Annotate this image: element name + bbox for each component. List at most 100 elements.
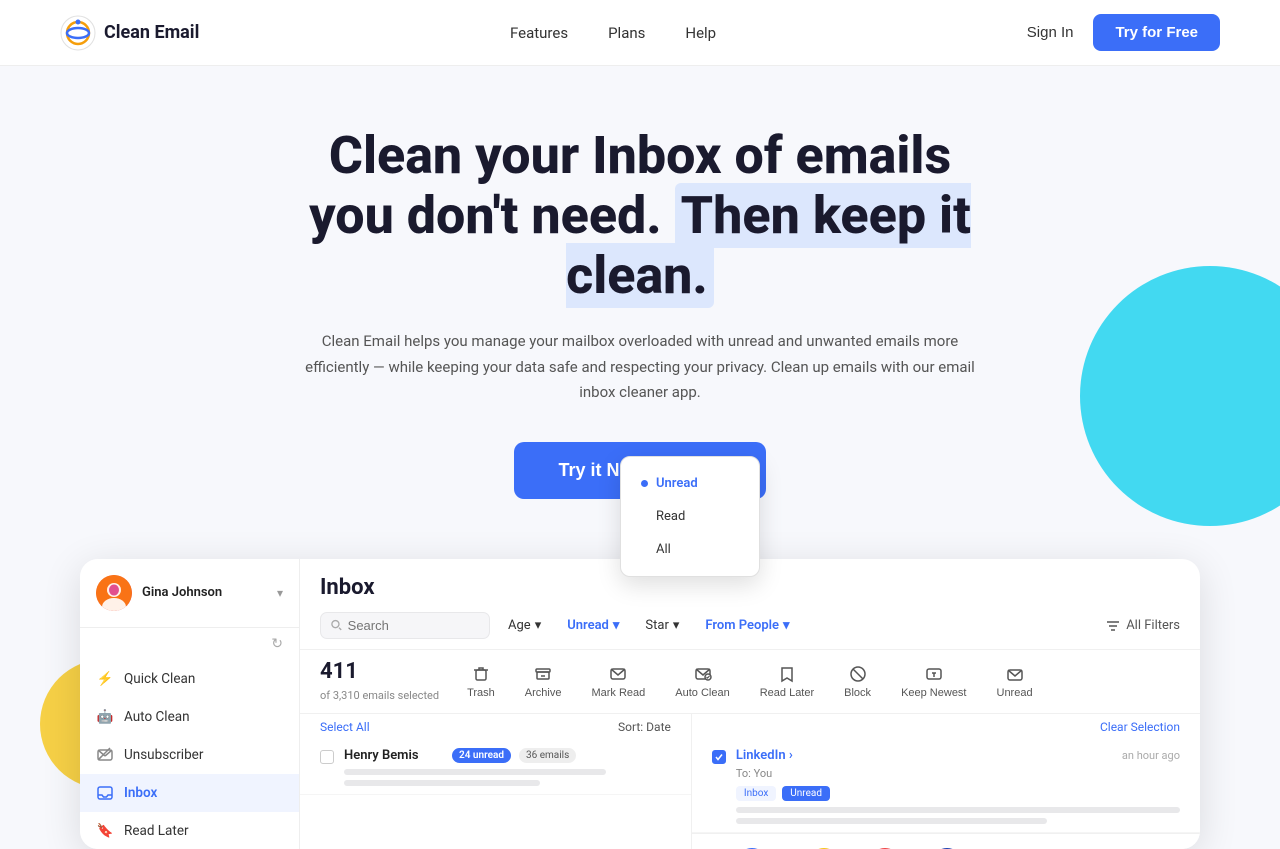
keep-newest-button[interactable]: Keep Newest xyxy=(889,658,978,705)
sidebar-item-inbox[interactable]: Inbox xyxy=(80,774,299,812)
sign-in-button[interactable]: Sign In xyxy=(1027,24,1074,41)
unread-dropdown-item-all[interactable]: All xyxy=(621,533,759,566)
email-row[interactable]: Henry Bemis 24 unread 36 emails xyxy=(300,740,691,795)
refresh-icon[interactable]: ↻ xyxy=(271,636,283,652)
account-name: Gina Johnson xyxy=(142,585,222,600)
nav-help[interactable]: Help xyxy=(685,24,716,42)
all-filters-button[interactable]: All Filters xyxy=(1106,618,1180,633)
mark-read-button[interactable]: Mark Read xyxy=(579,658,657,705)
sidebar-item-read-later[interactable]: 🔖 Read Later xyxy=(80,812,299,849)
trash-button[interactable]: Trash xyxy=(455,658,507,705)
star-filter[interactable]: Star ▾ xyxy=(637,614,687,637)
inbox-icon xyxy=(96,784,114,802)
avatar xyxy=(96,575,132,611)
keep-newest-icon xyxy=(924,664,944,684)
unread-action[interactable]: Unread xyxy=(792,842,855,849)
sidebar-item-label: Read Later xyxy=(124,823,189,839)
archive-action[interactable]: Archive xyxy=(915,842,979,849)
robot-icon: 🤖 xyxy=(96,708,114,726)
nav-actions: Sign In Try for Free xyxy=(1027,14,1220,51)
app-sidebar: Gina Johnson ▾ ↻ ⚡ Quick Clean 🤖 Auto Cl… xyxy=(80,559,300,849)
right-to: To: You xyxy=(736,767,1180,780)
from-people-filter[interactable]: From People ▾ xyxy=(697,614,797,637)
hero-subtitle: Clean Email helps you manage your mailbo… xyxy=(290,329,990,406)
app-mockup: Gina Johnson ▾ ↻ ⚡ Quick Clean 🤖 Auto Cl… xyxy=(80,559,1200,849)
right-line xyxy=(736,818,1047,824)
right-time: an hour ago xyxy=(1122,749,1180,762)
email-line xyxy=(344,769,606,775)
archive-label: Archive xyxy=(525,687,562,699)
inbox-tag: Inbox xyxy=(736,786,776,801)
sort-label[interactable]: Sort: Date xyxy=(618,720,671,734)
clean-action[interactable]: Clean xyxy=(855,842,915,849)
sidebar-item-label: Inbox xyxy=(124,785,157,801)
email-sender: Henry Bemis xyxy=(344,748,444,763)
block-button[interactable]: Block xyxy=(832,658,883,705)
read-later-label: Read Later xyxy=(760,687,814,699)
logo-text: Clean Email xyxy=(104,22,199,43)
count-sub: of 3,310 emails selected xyxy=(320,689,439,702)
right-sender: LinkedIn › xyxy=(736,748,793,763)
select-all-link[interactable]: Select All xyxy=(320,720,370,734)
email-line xyxy=(344,780,540,786)
logo[interactable]: Clean Email xyxy=(60,15,199,51)
email-preview-lines xyxy=(344,769,671,786)
archive-button[interactable]: Archive xyxy=(513,658,574,705)
refresh-icon-wrap: ↻ xyxy=(80,628,299,660)
main-content: Inbox Age ▾ xyxy=(300,559,1200,849)
try-free-nav-button[interactable]: Try for Free xyxy=(1093,14,1220,51)
unread-badge: 24 unread xyxy=(452,748,511,763)
sidebar-item-auto-clean[interactable]: 🤖 Auto Clean xyxy=(80,698,299,736)
hero-title: Clean your Inbox of emails you don't nee… xyxy=(250,126,1030,305)
archive-icon xyxy=(533,664,553,684)
dropdown-read-label: Read xyxy=(656,509,685,524)
nav-plans[interactable]: Plans xyxy=(608,24,645,42)
email-checkbox[interactable] xyxy=(320,750,334,764)
bookmark-icon: 🔖 xyxy=(96,822,114,840)
filter-icon xyxy=(1106,618,1120,632)
toolbar: 411 of 3,310 emails selected xyxy=(300,650,1200,714)
filter-row: Age ▾ Unread ▾ Star ▾ From People xyxy=(320,612,1180,639)
unread-button[interactable]: Unread xyxy=(985,658,1045,705)
sidebar-item-quick-clean[interactable]: ⚡ Quick Clean xyxy=(80,660,299,698)
block-label: Block xyxy=(844,687,871,699)
unread-dropdown-item-unread[interactable]: Unread xyxy=(621,467,759,500)
trash-label: Trash xyxy=(467,687,495,699)
age-filter[interactable]: Age ▾ xyxy=(500,614,549,637)
dropdown-all-label: All xyxy=(656,542,671,557)
unread-chevron-icon: ▾ xyxy=(613,618,620,633)
unread-dropdown: Unread Read All xyxy=(620,456,760,577)
bottom-action-bar: Mark Read Unread xyxy=(692,833,1200,849)
unread-dropdown-item-read[interactable]: Read xyxy=(621,500,759,533)
hero-title-normal: you don't need. xyxy=(309,185,662,246)
from-people-chevron-icon: ▾ xyxy=(783,618,790,633)
logo-icon xyxy=(60,15,96,51)
right-line xyxy=(736,807,1180,813)
dropdown-unread-label: Unread xyxy=(656,476,698,491)
search-wrap[interactable] xyxy=(320,612,490,639)
lightning-icon: ⚡ xyxy=(96,670,114,688)
hero-title-line1: Clean your Inbox of emails xyxy=(329,125,951,186)
all-filters-label: All Filters xyxy=(1126,618,1180,633)
toolbar-actions: Trash Archive xyxy=(455,658,1045,705)
sidebar-item-label: Unsubscriber xyxy=(124,747,203,763)
list-header: Select All Sort: Date xyxy=(300,714,691,740)
inbox-title: Inbox xyxy=(320,575,1180,600)
search-input[interactable] xyxy=(348,618,479,633)
navbar: Clean Email Features Plans Help Sign In … xyxy=(0,0,1280,66)
sidebar-item-unsubscriber[interactable]: Unsubscriber xyxy=(80,736,299,774)
right-email-checkbox[interactable] xyxy=(712,750,726,764)
star-chevron-icon: ▾ xyxy=(673,618,680,633)
avatar-img xyxy=(96,575,132,611)
chevron-down-icon[interactable]: ▾ xyxy=(277,586,283,600)
mark-read-action[interactable]: Mark Read xyxy=(712,842,792,849)
right-email-row[interactable]: LinkedIn › an hour ago To: You Inbox Unr… xyxy=(692,740,1200,833)
nav-features[interactable]: Features xyxy=(510,24,568,42)
sidebar-account[interactable]: Gina Johnson ▾ xyxy=(80,575,299,628)
auto-clean-button[interactable]: Auto Clean xyxy=(663,658,741,705)
unread-filter[interactable]: Unread ▾ xyxy=(559,614,627,637)
sidebar-item-label: Quick Clean xyxy=(124,671,195,687)
clear-selection-link[interactable]: Clear Selection xyxy=(1100,720,1180,734)
read-later-button[interactable]: Read Later xyxy=(748,658,826,705)
age-chevron-icon: ▾ xyxy=(535,618,542,633)
